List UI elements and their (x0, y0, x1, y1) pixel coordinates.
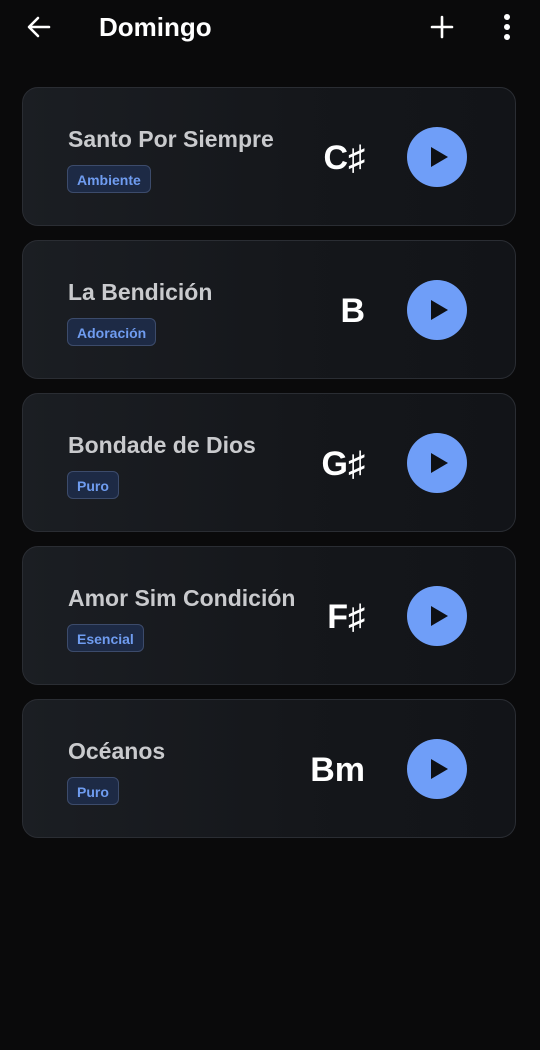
song-title: Bondade de Dios (68, 432, 256, 458)
song-card-amor-sim-condicion[interactable]: Amor Sim Condición Esencial F♯ (22, 546, 516, 685)
play-button[interactable] (407, 433, 467, 493)
song-list: Santo Por Siempre Ambiente C♯ La Bendici… (22, 87, 518, 852)
play-icon (431, 300, 448, 320)
song-title: La Bendición (68, 279, 213, 305)
song-tag-badge: Adoración (67, 318, 157, 346)
song-tag-badge: Ambiente (67, 165, 151, 193)
song-tag-badge: Esencial (67, 624, 144, 652)
page-title: Domingo (99, 12, 212, 42)
song-title: Santo Por Siempre (68, 126, 274, 152)
play-icon (431, 606, 448, 626)
play-button[interactable] (407, 280, 467, 340)
add-song-plus-icon[interactable] (427, 12, 457, 42)
song-card-la-bendicion[interactable]: La Bendición Adoración B (22, 240, 516, 379)
song-key: F♯ (327, 598, 365, 636)
more-vertical-icon[interactable] (495, 12, 519, 42)
play-button[interactable] (407, 127, 467, 187)
play-button[interactable] (407, 586, 467, 646)
song-tag-badge: Puro (67, 777, 119, 805)
song-key: C♯ (323, 139, 365, 177)
song-card-bondade-de-dios[interactable]: Bondade de Dios Puro G♯ (22, 393, 516, 532)
play-button[interactable] (407, 739, 467, 799)
play-icon (431, 759, 448, 779)
song-title: Océanos (68, 738, 166, 764)
song-key: B (340, 292, 365, 330)
song-title: Amor Sim Condición (68, 585, 296, 611)
song-key: Bm (310, 751, 365, 789)
song-card-oceanos[interactable]: Océanos Puro Bm (22, 699, 516, 838)
play-icon (431, 147, 448, 167)
song-card-santo-por-siempre[interactable]: Santo Por Siempre Ambiente C♯ (22, 87, 516, 226)
play-icon (431, 453, 448, 473)
app-bar: Domingo (0, 0, 540, 56)
back-arrow-icon[interactable] (24, 12, 54, 42)
song-tag-badge: Puro (67, 471, 119, 499)
song-key: G♯ (321, 445, 365, 483)
